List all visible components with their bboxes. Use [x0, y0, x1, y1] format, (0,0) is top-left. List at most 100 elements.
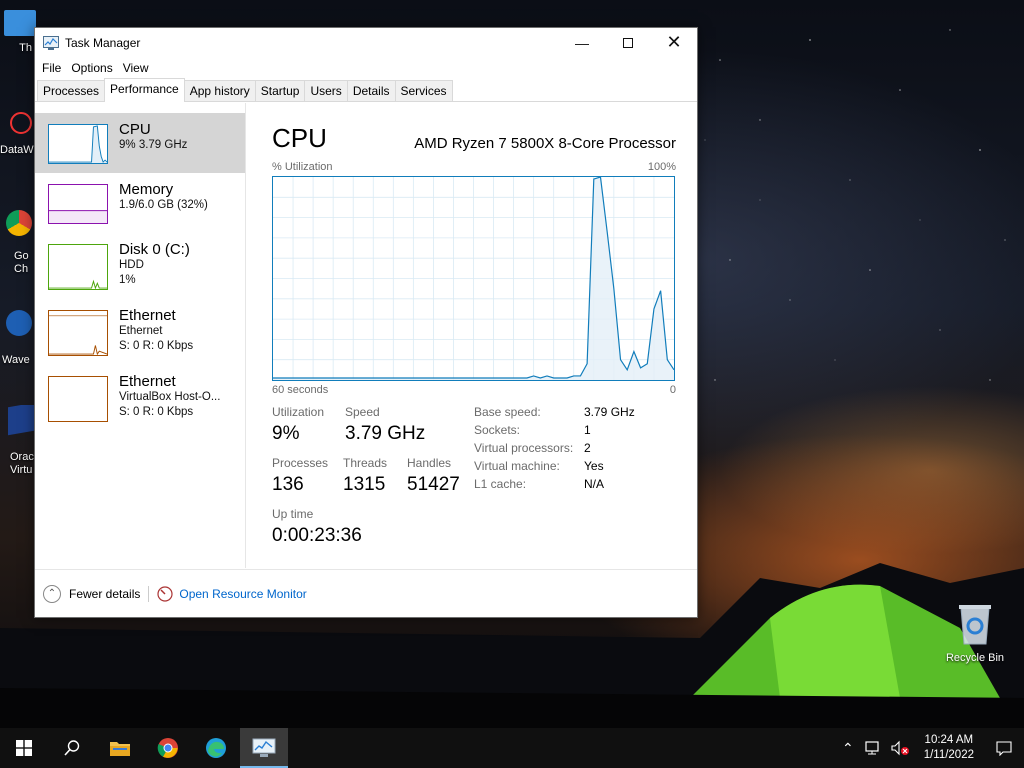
chrome-icon [157, 738, 178, 758]
stat-value: 0:00:23:36 [272, 525, 362, 546]
spec-key: Base speed: [474, 405, 541, 419]
spec-row: Base speed: 3.79 GHz [474, 405, 635, 423]
stat-value: 136 [272, 474, 304, 495]
desktop-icon-wave[interactable]: Wave [0, 310, 36, 366]
processor-name: AMD Ryzen 7 5800X 8-Core Processor [414, 135, 676, 152]
stat-speed: Speed 3.79 GHz [345, 405, 425, 445]
spec-key: Virtual machine: [474, 459, 560, 473]
cpu-utilization-graph [272, 176, 675, 381]
resource-name: Memory [119, 181, 174, 198]
task-manager-icon [252, 738, 276, 757]
action-center-button[interactable] [984, 728, 1024, 768]
resource-detail: Ethernet [119, 325, 163, 337]
resource-detail: S: 0 R: 0 Kbps [119, 406, 194, 418]
resource-name: CPU [119, 121, 151, 138]
desktop-icon-label: Orac Virtu [10, 451, 34, 476]
stat-uptime: Up time 0:00:23:36 [272, 507, 362, 547]
taskbar-file-explorer[interactable] [96, 728, 144, 768]
resource-item-ethernet-virtualbox[interactable]: Ethernet VirtualBox Host-O... S: 0 R: 0 … [35, 365, 245, 431]
tab-performance[interactable]: Performance [104, 78, 185, 102]
ethernet-virtualbox-mini-graph [48, 376, 108, 422]
taskbar-chrome[interactable] [144, 728, 192, 768]
minimize-icon: — [575, 34, 589, 51]
stat-label: Handles [407, 456, 452, 470]
stat-label: Speed [345, 405, 380, 419]
open-resource-monitor-link[interactable]: Open Resource Monitor [157, 585, 307, 602]
resource-list: CPU 9% 3.79 GHz Memory 1.9/6.0 GB (32%) … [35, 113, 245, 431]
spec-value: Yes [584, 459, 604, 473]
desktop-icon-google-chrome[interactable]: Go Ch [0, 210, 36, 276]
ethernet-mini-graph [48, 310, 108, 356]
edge-icon [206, 738, 226, 758]
desktop-icon-label: Go Ch [14, 250, 29, 275]
menu-view[interactable]: View [118, 61, 154, 75]
maximize-button[interactable] [605, 28, 651, 57]
task-manager-window: Task Manager — ✕ File Options View Proce… [34, 27, 698, 618]
tab-startup[interactable]: Startup [254, 80, 306, 101]
wave-icon [6, 310, 32, 336]
tab-services[interactable]: Services [394, 80, 453, 101]
taskbar-edge[interactable] [192, 728, 240, 768]
tab-users[interactable]: Users [304, 80, 348, 101]
menu-options[interactable]: Options [66, 61, 117, 75]
desktop-icon-datawave[interactable]: DataW [0, 112, 36, 156]
close-button[interactable]: ✕ [651, 28, 697, 57]
tab-details[interactable]: Details [346, 80, 396, 101]
stat-label: Processes [272, 456, 329, 470]
stat-label: Utilization [272, 405, 325, 419]
stat-value: 1315 [343, 474, 386, 495]
tab-strip: Processes Performance App history Startu… [35, 78, 697, 102]
chevron-up-icon: ⌃ [43, 584, 61, 603]
chevron-up-icon[interactable]: ⌃ [836, 740, 860, 757]
spec-row: Virtual processors: 2 [474, 441, 635, 459]
stat-value: 51427 [407, 474, 460, 495]
search-icon [64, 740, 80, 756]
desktop-icon-oracle-virtualbox[interactable]: Orac Virtu [0, 405, 36, 477]
cpu-specs: Base speed: 3.79 GHz Sockets: 1 Virtual pr… [474, 405, 635, 495]
notification-icon [996, 741, 1012, 756]
footer-bar: ⌃ Fewer details Open Resource Monitor [35, 569, 697, 617]
resource-name: Ethernet [119, 373, 176, 390]
desktop-icon-recycle-bin[interactable]: Recycle Bin [940, 602, 1010, 665]
network-icon[interactable] [864, 740, 882, 756]
search-button[interactable] [48, 728, 96, 768]
footer-separator [148, 585, 150, 602]
taskbar-task-manager[interactable] [240, 728, 288, 768]
desktop-icon-label: Wave [2, 354, 30, 366]
graph-time-span: 60 seconds [272, 384, 329, 396]
system-clock[interactable]: 10:24 AM 1/11/2022 [914, 733, 984, 763]
recycle-bin-label: Recycle Bin [945, 652, 1005, 664]
tab-app-history[interactable]: App history [183, 80, 256, 101]
volume-muted-icon[interactable] [890, 740, 910, 756]
desktop-icon-this-pc[interactable]: Th [0, 10, 36, 54]
menu-file[interactable]: File [37, 61, 66, 75]
datawave-icon [10, 112, 32, 134]
title-bar[interactable]: Task Manager — ✕ [35, 28, 697, 57]
utilization-axis-label: % Utilization [272, 161, 333, 173]
virtualbox-icon [8, 405, 34, 436]
stat-utilization: Utilization 9% [272, 405, 324, 445]
fewer-details-button[interactable]: ⌃ Fewer details [43, 584, 140, 603]
spec-row: Virtual machine: Yes [474, 459, 635, 477]
resource-name: Ethernet [119, 307, 176, 324]
spec-row: Sockets: 1 [474, 423, 635, 441]
resource-detail: 1% [119, 274, 136, 286]
desktop-icon-label: Th [19, 42, 32, 54]
maximize-icon [623, 37, 633, 48]
start-button[interactable] [0, 728, 48, 768]
stat-value: 9% [272, 423, 300, 444]
resource-item-disk[interactable]: Disk 0 (C:) HDD 1% [35, 233, 245, 299]
minimize-button[interactable]: — [559, 28, 605, 57]
stat-processes: Processes 136 [272, 456, 328, 496]
spec-value: 1 [584, 423, 591, 437]
tab-processes[interactable]: Processes [37, 80, 106, 101]
disk-mini-graph [48, 244, 108, 290]
resource-item-cpu[interactable]: CPU 9% 3.79 GHz [35, 113, 245, 173]
task-manager-icon [43, 35, 59, 50]
taskbar: ⌃ 10:24 AM 1/11/2022 [0, 728, 1024, 768]
spec-value: 2 [584, 441, 591, 455]
resource-item-memory[interactable]: Memory 1.9/6.0 GB (32%) [35, 173, 245, 233]
window-title: Task Manager [65, 35, 141, 50]
resource-item-ethernet[interactable]: Ethernet Ethernet S: 0 R: 0 Kbps [35, 299, 245, 365]
resource-detail: VirtualBox Host-O... [119, 391, 221, 403]
